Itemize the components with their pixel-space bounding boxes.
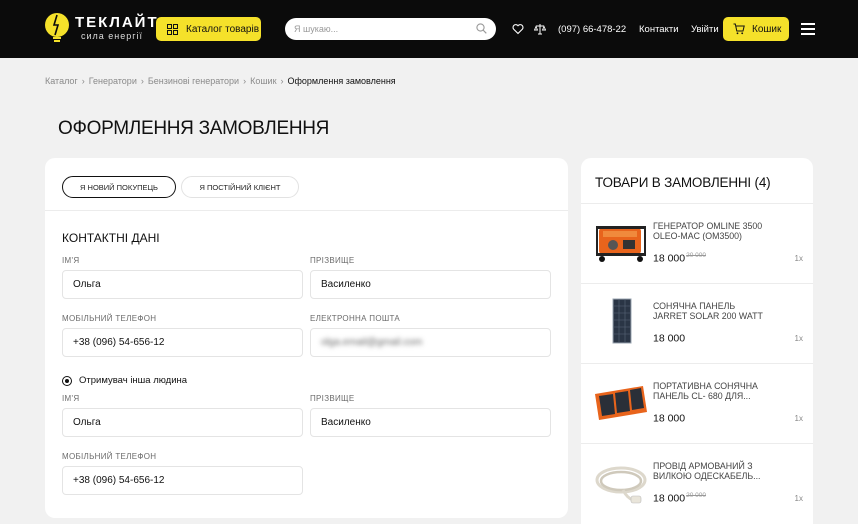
catalog-button[interactable]: Каталог товарів bbox=[156, 17, 261, 41]
item-name: СОНЯЧНА ПАНЕЛЬ JARRET SOLAR 200 WATT bbox=[653, 301, 763, 321]
breadcrumb-current: Оформлення замовлення bbox=[287, 76, 396, 86]
first-name-label: ІМ'Я bbox=[62, 256, 80, 265]
heart-icon[interactable] bbox=[512, 23, 524, 35]
tab-regular-customer[interactable]: Я ПОСТІЙНИЙ КЛІЄНТ bbox=[181, 176, 299, 198]
generator-image bbox=[596, 226, 646, 262]
order-item[interactable]: ПРОВІД АРМОВАНИЙ З ВИЛКОЮ ОДЕСКАБЕЛЬ... … bbox=[581, 443, 813, 523]
email-label: ЕЛЕКТРОННА ПОШТА bbox=[310, 314, 401, 323]
breadcrumb-petrol-generators[interactable]: Бензинові генератори bbox=[148, 76, 239, 86]
breadcrumb-catalog[interactable]: Каталог bbox=[45, 76, 78, 86]
login-link[interactable]: Увійти bbox=[691, 24, 719, 35]
contacts-link[interactable]: Контакти bbox=[639, 24, 679, 35]
cart-icon bbox=[733, 23, 745, 35]
breadcrumb: Каталог › Генератори › Бензинові генерат… bbox=[45, 76, 396, 86]
site-header: ТЕКЛАЙТ сила енергії Каталог товарів (09… bbox=[0, 0, 858, 58]
compare-icon[interactable] bbox=[534, 23, 546, 35]
order-item[interactable]: ГЕНЕРАТОР OMLINE 3500 OLEO-MAC (OM3500) … bbox=[581, 203, 813, 283]
item-old-price: 20 000 bbox=[686, 492, 707, 499]
order-item[interactable]: СОНЯЧНА ПАНЕЛЬ JARRET SOLAR 200 WATT 18 … bbox=[581, 283, 813, 363]
breadcrumb-cart[interactable]: Кошик bbox=[250, 76, 276, 86]
item-qty: 1x bbox=[794, 414, 803, 423]
phone-label: МОБІЛЬНИЙ ТЕЛЕФОН bbox=[62, 314, 157, 323]
tab-new-customer[interactable]: Я НОВИЙ ПОКУПЕЦЬ bbox=[62, 176, 176, 198]
chevron-right-icon: › bbox=[140, 76, 144, 86]
breadcrumb-generators[interactable]: Генератори bbox=[89, 76, 137, 86]
recipient-first-name-field[interactable]: Ольга bbox=[62, 408, 303, 437]
order-item[interactable]: ПОРТАТИВНА СОНЯЧНА ПАНЕЛЬ CL- 680 ДЛЯ...… bbox=[581, 363, 813, 443]
recipient-phone-label: МОБІЛЬНИЙ ТЕЛЕФОН bbox=[62, 452, 157, 461]
item-price: 18 00020 000 bbox=[653, 252, 707, 265]
first-name-field[interactable]: Ольга bbox=[62, 270, 303, 299]
customer-type-tabs: Я НОВИЙ ПОКУПЕЦЬ Я ПОСТІЙНИЙ КЛІЄНТ bbox=[45, 158, 568, 211]
cart-button-label: Кошик bbox=[752, 23, 782, 35]
chevron-right-icon: › bbox=[280, 76, 284, 86]
logo[interactable]: ТЕКЛАЙТ сила енергії bbox=[44, 11, 159, 45]
chevron-right-icon: › bbox=[243, 76, 247, 86]
search-bar bbox=[285, 18, 496, 40]
recipient-first-name-label: ІМ'Я bbox=[62, 394, 80, 403]
phone-link[interactable]: (097) 66-478-22 bbox=[558, 24, 626, 35]
solar-panel-image bbox=[612, 298, 632, 344]
search-icon[interactable] bbox=[476, 23, 487, 34]
item-name: ГЕНЕРАТОР OMLINE 3500 OLEO-MAC (OM3500) bbox=[653, 221, 763, 241]
last-name-field[interactable]: Василенко bbox=[310, 270, 551, 299]
radio-checked-icon bbox=[62, 375, 72, 386]
checkout-form: Я НОВИЙ ПОКУПЕЦЬ Я ПОСТІЙНИЙ КЛІЄНТ КОНТ… bbox=[45, 158, 568, 518]
catalog-button-label: Каталог товарів bbox=[186, 23, 260, 35]
grid-icon bbox=[167, 23, 178, 35]
portable-solar-image bbox=[595, 386, 647, 420]
menu-icon[interactable] bbox=[801, 23, 815, 35]
chevron-right-icon: › bbox=[81, 76, 85, 86]
item-qty: 1x bbox=[794, 254, 803, 263]
email-field[interactable]: olga.email@gmail.com bbox=[310, 328, 551, 357]
phone-field[interactable]: +38 (096) 54-656-12 bbox=[62, 328, 303, 357]
item-price: 18 000 bbox=[653, 332, 686, 345]
recipient-last-name-field[interactable]: Василенко bbox=[310, 408, 551, 437]
bulb-logo-icon bbox=[45, 13, 69, 42]
item-name: ПОРТАТИВНА СОНЯЧНА ПАНЕЛЬ CL- 680 ДЛЯ... bbox=[653, 381, 758, 401]
recipient-phone-field[interactable]: +38 (096) 54-656-12 bbox=[62, 466, 303, 495]
email-value: olga.email@gmail.com bbox=[321, 337, 423, 348]
recipient-last-name-label: ПРІЗВИЩЕ bbox=[310, 394, 355, 403]
recipient-other-label: Отримувач інша людина bbox=[79, 375, 188, 386]
item-qty: 1x bbox=[794, 334, 803, 343]
logo-title: ТЕКЛАЙТ bbox=[75, 13, 159, 31]
page-title: ОФОРМЛЕННЯ ЗАМОВЛЕННЯ bbox=[58, 118, 330, 139]
logo-subtitle: сила енергії bbox=[81, 30, 144, 41]
order-summary: ТОВАРИ В ЗАМОВЛЕННІ (4) ГЕНЕРАТОР OMLINE… bbox=[581, 158, 813, 524]
item-price: 18 00020 000 bbox=[653, 492, 707, 505]
last-name-label: ПРІЗВИЩЕ bbox=[310, 256, 355, 265]
item-name: ПРОВІД АРМОВАНИЙ З ВИЛКОЮ ОДЕСКАБЕЛЬ... bbox=[653, 461, 761, 481]
search-input[interactable] bbox=[285, 18, 465, 40]
cable-image bbox=[595, 466, 647, 504]
cart-button[interactable]: Кошик bbox=[723, 17, 789, 41]
contact-section-title: КОНТАКТНІ ДАНІ bbox=[62, 231, 160, 245]
recipient-other-radio[interactable]: Отримувач інша людина bbox=[62, 375, 187, 386]
item-price: 18 000 bbox=[653, 412, 686, 425]
item-old-price: 20 000 bbox=[686, 252, 707, 259]
item-qty: 1x bbox=[794, 494, 803, 503]
order-title: ТОВАРИ В ЗАМОВЛЕННІ (4) bbox=[595, 175, 771, 190]
